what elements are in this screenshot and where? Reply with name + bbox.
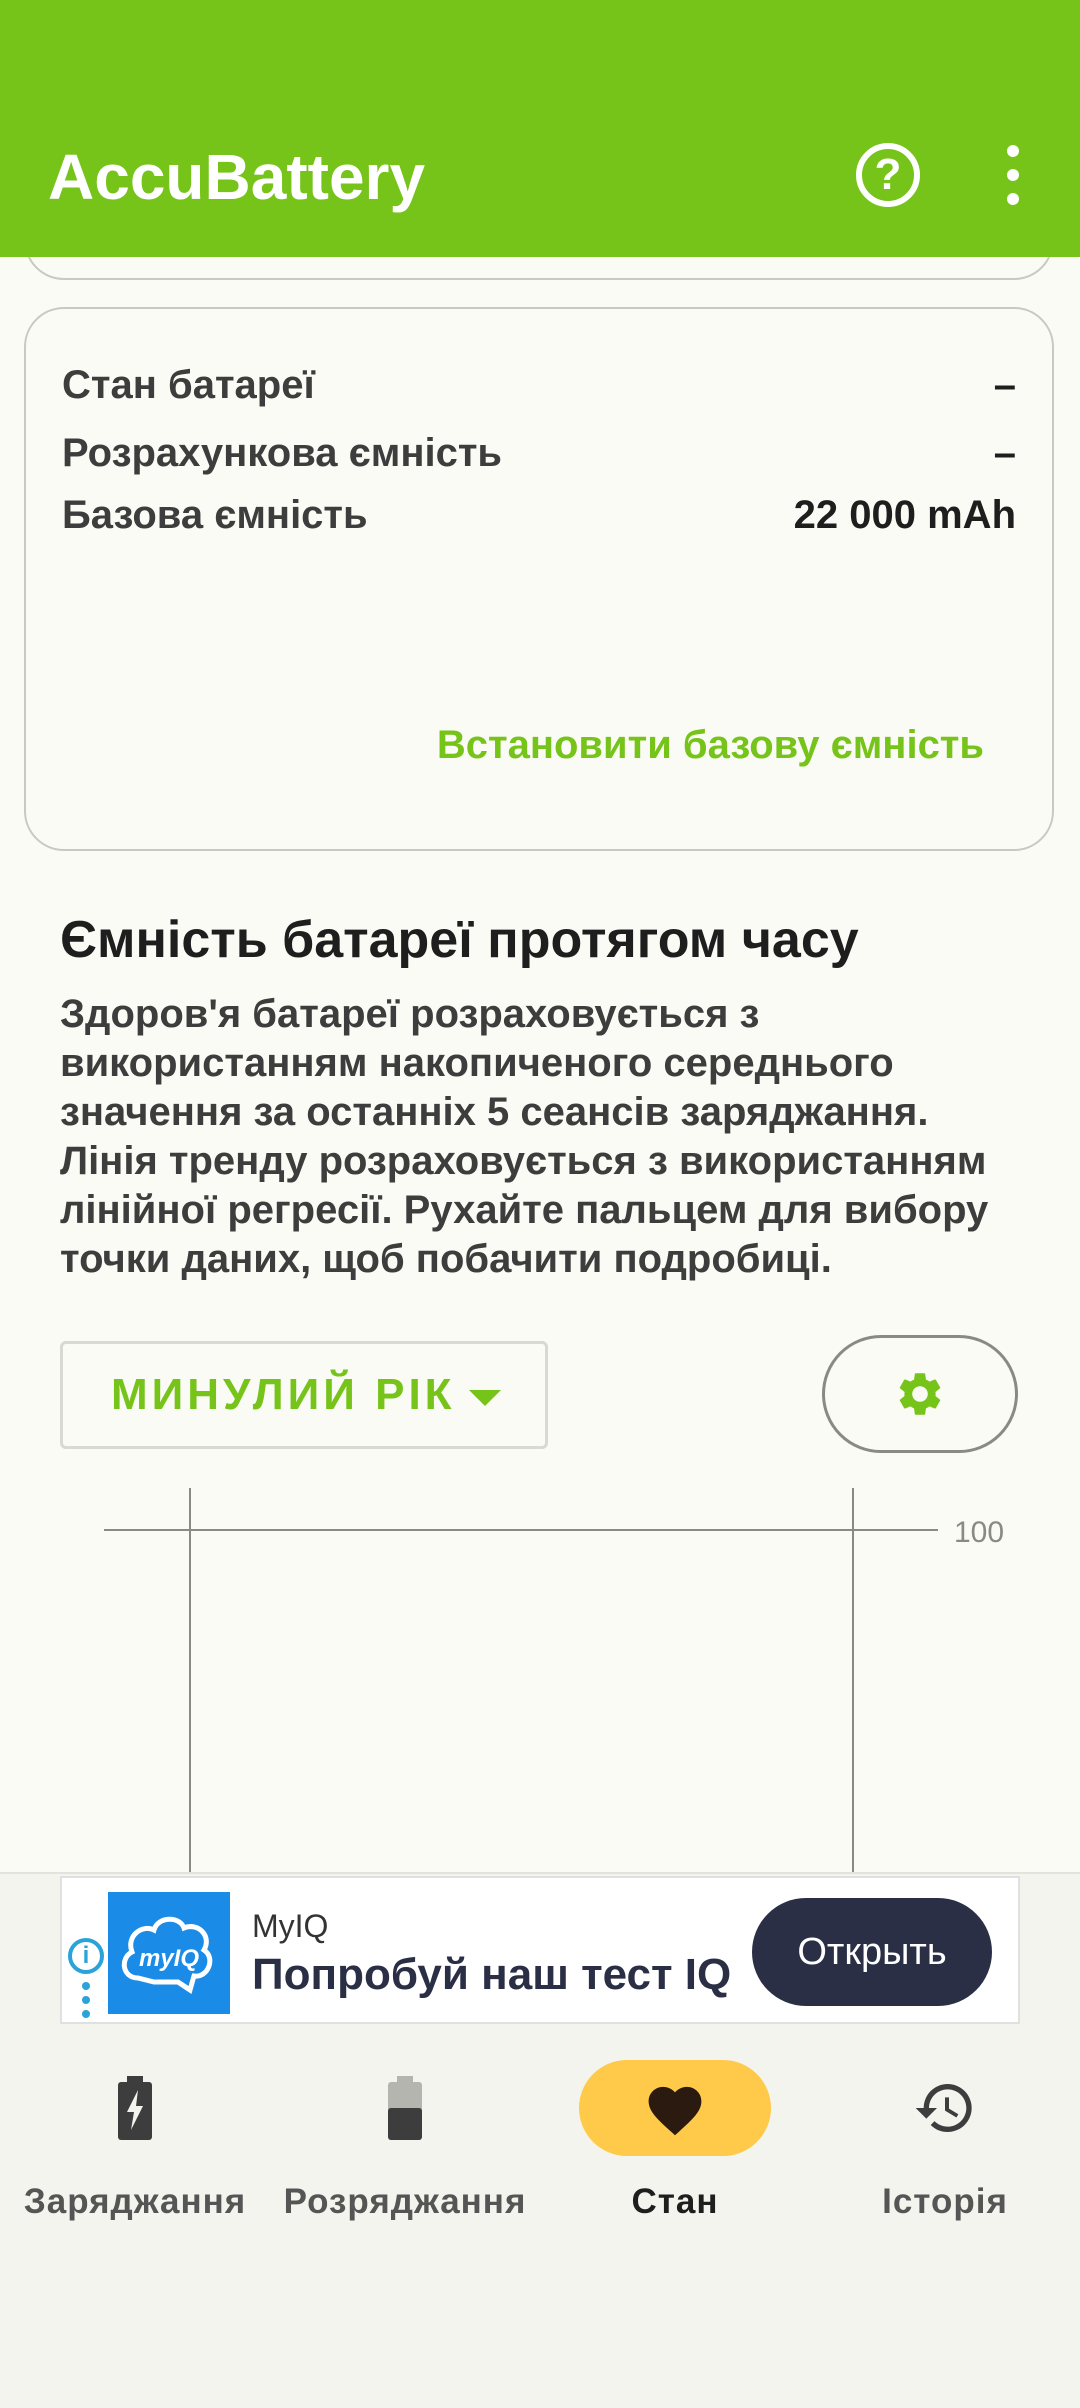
bottom-navigation: Заряджання Розряджання Стан Історія xyxy=(0,2032,1080,2408)
period-dropdown[interactable]: МИНУЛИЙ РІК xyxy=(60,1341,548,1449)
ad-headline: Попробуй наш тест IQ xyxy=(252,1950,732,1999)
myiq-logo: myIQ xyxy=(108,1892,230,2014)
nav-label: Історія xyxy=(882,2182,1008,2221)
capacity-chart[interactable]: 100 xyxy=(0,1480,1080,1872)
more-vert-icon[interactable] xyxy=(998,145,1028,205)
section-description: Здоров'я батареї розраховується з викори… xyxy=(60,992,989,1281)
ad-container: i myIQ MyIQ Попробуй наш тест IQ Открыть xyxy=(0,1872,1080,2032)
nav-item-history[interactable]: Історія xyxy=(810,2032,1080,2252)
info-label: Стан батареї xyxy=(62,363,315,407)
info-label: Базова ємність xyxy=(62,493,368,537)
info-icon[interactable]: i xyxy=(68,1938,104,1974)
gear-icon xyxy=(899,1373,941,1415)
nav-label: Стан xyxy=(631,2182,719,2221)
battery-info-card: Стан батареї – Розрахункова ємність – Ба… xyxy=(24,307,1054,851)
nav-label: Заряджання xyxy=(23,2182,247,2221)
info-value: 22 000 mAh xyxy=(793,493,1016,537)
battery-discharging-icon xyxy=(388,2076,422,2140)
info-row-battery-health: Стан батареї – xyxy=(62,363,1016,408)
period-label: МИНУЛИЙ РІК xyxy=(111,1370,456,1419)
info-value: – xyxy=(993,431,1016,475)
ad-banner[interactable]: i myIQ MyIQ Попробуй наш тест IQ Открыть xyxy=(60,1876,1020,2024)
help-circle-icon[interactable]: ? xyxy=(856,143,920,207)
section-title: Ємність батареї протягом часу xyxy=(60,911,859,969)
ad-open-button[interactable]: Открыть xyxy=(752,1898,992,2006)
chart-settings-button[interactable] xyxy=(822,1335,1018,1453)
app-title: AccuBattery xyxy=(48,141,426,213)
nav-item-discharging[interactable]: Розряджання xyxy=(270,2032,540,2252)
info-label: Розрахункова ємність xyxy=(62,431,503,475)
history-icon xyxy=(915,2084,972,2132)
chevron-down-icon xyxy=(469,1390,501,1406)
logo-text: myIQ xyxy=(139,1945,199,1972)
info-value: – xyxy=(993,363,1016,407)
nav-item-charging[interactable]: Заряджання xyxy=(0,2032,270,2252)
y-tick-label: 100 xyxy=(954,1516,1004,1549)
nav-label: Розряджання xyxy=(283,2182,527,2221)
info-row-design-capacity: Базова ємність 22 000 mAh xyxy=(62,493,1016,538)
app-bar: AccuBattery ? xyxy=(0,0,1080,257)
set-design-capacity-button[interactable]: Встановити базову ємність xyxy=(437,723,984,768)
battery-charging-icon xyxy=(118,2076,152,2140)
heart-icon xyxy=(648,2086,702,2136)
ad-options-icon[interactable] xyxy=(82,1982,90,2018)
info-row-estimated-capacity: Розрахункова ємність – xyxy=(62,431,1016,476)
nav-item-health[interactable]: Стан xyxy=(540,2032,810,2252)
ad-brand: MyIQ xyxy=(252,1908,329,1944)
